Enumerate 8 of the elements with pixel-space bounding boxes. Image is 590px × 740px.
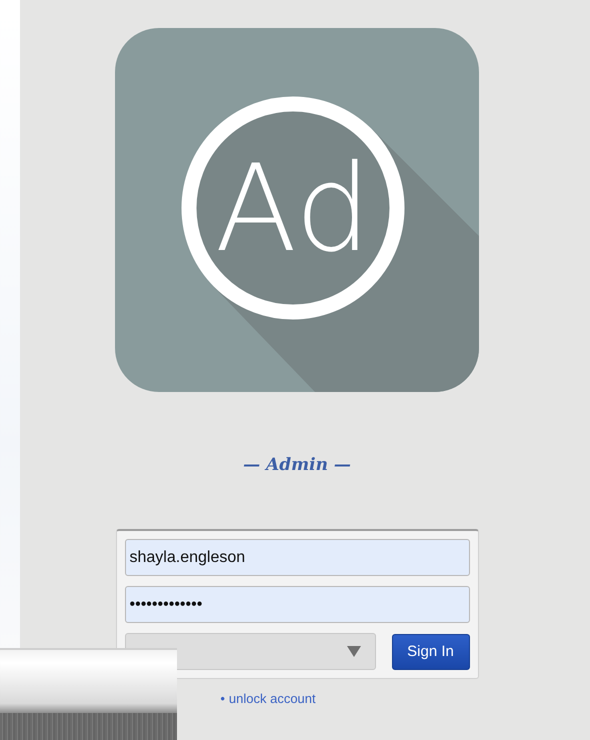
page-heading: — Admin — — [243, 454, 351, 477]
unlock-account-link[interactable]: unlock account — [228, 691, 316, 706]
caret-icon — [346, 646, 360, 657]
username-field[interactable]: shayla.engleson — [124, 539, 470, 576]
password-field[interactable]: ••••••••••••• — [124, 586, 470, 623]
logo-text: Ad — [214, 140, 372, 279]
bullet: • — [220, 691, 225, 706]
sign-in-button[interactable]: Sign In — [392, 634, 470, 670]
